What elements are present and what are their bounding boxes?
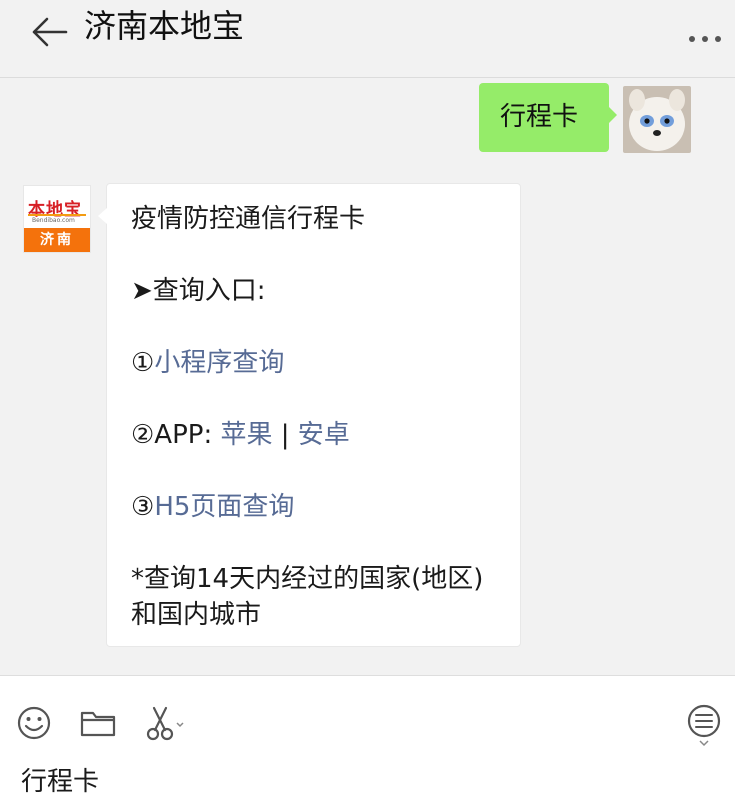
emoji-icon[interactable] — [14, 703, 54, 743]
incoming-message-bubble: 疫情防控通信行程卡 ➤查询入口: ①小程序查询 ②APP: 苹果 | 安卓 ③H… — [98, 183, 521, 647]
note-line-1: *查询14天内经过的国家(地区) — [131, 564, 484, 594]
entry-label: ➤查询入口: — [131, 276, 266, 306]
item-miniprogram: ①小程序查询 — [131, 345, 508, 381]
folder-icon[interactable] — [78, 703, 118, 743]
item2-separator: | — [272, 420, 298, 450]
avatar-city-label: 济南 — [24, 228, 90, 252]
message-title: 疫情防控通信行程卡 — [131, 204, 366, 234]
message-input[interactable]: 行程卡 — [21, 764, 99, 800]
avatar-logo-line — [28, 214, 86, 216]
item-app: ②APP: 苹果 | 安卓 — [131, 417, 508, 453]
dog-avatar-icon — [623, 86, 691, 153]
bendibao-avatar[interactable]: 本地宝 Bendibao.com 济南 — [23, 185, 91, 253]
chat-area: 行程卡 本地宝 Bendibao.com 济南 疫情防控通信行程卡 ➤查询入口:… — [0, 0, 735, 675]
item3-prefix: ③ — [131, 492, 155, 522]
user-avatar[interactable] — [623, 86, 691, 153]
avatar-logo-url: Bendibao.com — [32, 217, 75, 224]
chat-history-icon[interactable] — [684, 703, 724, 747]
item-h5: ③H5页面查询 — [131, 489, 508, 525]
outgoing-message-text: 行程卡 — [500, 102, 579, 132]
outgoing-message-bubble[interactable]: 行程卡 — [479, 83, 617, 152]
input-bar: 行程卡 — [0, 675, 735, 812]
item2-prefix: ②APP: — [131, 420, 213, 450]
h5-link[interactable]: H5页面查询 — [154, 492, 294, 522]
avatar-logo-area: 本地宝 Bendibao.com — [24, 186, 90, 230]
note-line-2: 和国内城市 — [131, 600, 262, 630]
android-link[interactable]: 安卓 — [298, 420, 350, 450]
scissors-icon[interactable] — [142, 703, 186, 743]
miniprogram-link[interactable]: 小程序查询 — [154, 348, 284, 378]
ios-link[interactable]: 苹果 — [220, 420, 272, 450]
item1-prefix: ① — [131, 348, 155, 378]
